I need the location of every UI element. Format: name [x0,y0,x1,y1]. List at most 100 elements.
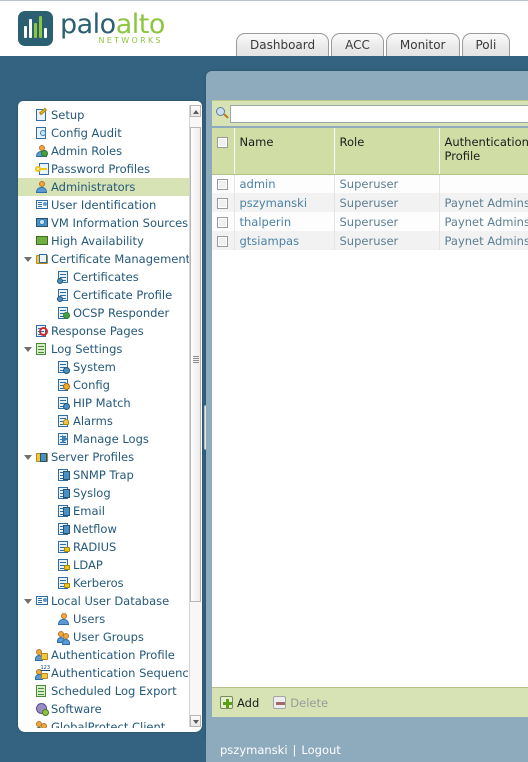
sidebar-item-admin-roles[interactable]: Admin Roles [18,142,190,160]
tab-policies[interactable]: Poli [461,33,511,56]
add-button-label: Add [237,695,260,710]
cell-authentication-profile: Paynet Admins [439,231,528,250]
scrollbar-thumb[interactable] [190,127,201,602]
sidebar-item-hip-match[interactable]: HIP Match [18,394,190,412]
user-groups-icon [55,630,72,645]
sidebar-item-label: Password Profiles [51,162,151,176]
sidebar-tree: Setup Config Audit Admin Roles Password Pro… [18,106,190,728]
admin-name-link[interactable]: pszymanski [240,196,308,210]
scrollbar-track[interactable] [190,117,201,715]
sidebar-item-globalprotect-client[interactable]: GlobalProtect Client [18,718,190,728]
row-checkbox[interactable] [217,216,228,228]
sidebar-scrollbar[interactable] [189,105,201,727]
sidebar-item-password-profiles[interactable]: Password Profiles [18,160,190,178]
sidebar-item-radius[interactable]: RADIUS [18,538,190,556]
sidebar-item-user-groups[interactable]: User Groups [18,628,190,646]
sidebar-item-syslog[interactable]: Syslog [18,484,190,502]
row-checkbox[interactable] [217,178,228,190]
server-profiles-icon [33,450,50,464]
select-all-header [212,128,235,175]
sidebar-item-certificates[interactable]: Certificates [18,268,190,286]
user-identification-icon [33,198,50,212]
scheduled-log-export-icon [33,684,50,698]
search-icon[interactable] [215,106,230,122]
ldap-icon [55,558,72,572]
sidebar-item-authentication-sequence[interactable]: 123 Authentication Sequence [18,664,190,682]
sidebar-item-certificate-management[interactable]: Certificate Management [18,250,190,268]
kerberos-icon [55,576,72,590]
sidebar-item-users[interactable]: Users [18,610,190,628]
expander-triangle-down-icon[interactable] [22,346,33,352]
tab-acc[interactable]: ACC [331,33,384,56]
cell-role: Superuser [334,193,440,212]
sidebar-item-label: Alarms [73,414,113,428]
admin-name-link[interactable]: thalperin [240,215,292,229]
sidebar-item-config-audit[interactable]: Config Audit [18,124,190,142]
expander-triangle-down-icon[interactable] [22,454,33,460]
scroll-down-button[interactable] [190,715,201,727]
syslog-icon [55,486,72,500]
expander-triangle-down-icon[interactable] [22,256,33,262]
delete-button[interactable]: Delete [273,696,328,710]
tab-monitor[interactable]: Monitor [385,33,460,56]
sidebar-item-server-profiles[interactable]: Server Profiles [18,448,190,466]
sidebar-item-authentication-profile[interactable]: Authentication Profile [18,646,190,664]
authentication-profile-icon [33,648,50,662]
sidebar-item-vm-information-sources[interactable]: VM Information Sources [18,214,190,232]
table-row[interactable]: thalperin Superuser Paynet Admins [212,212,528,231]
sidebar-item-log-settings[interactable]: Log Settings [18,340,190,358]
sidebar-item-response-pages[interactable]: Response Pages [18,322,190,340]
sidebar-item-netflow[interactable]: Netflow [18,520,190,538]
column-header-authentication-profile[interactable]: Authentication Profile [439,128,528,175]
admin-name-link[interactable]: admin [240,177,276,191]
software-icon [33,702,50,716]
sidebar-item-administrators[interactable]: Administrators [18,178,190,196]
sidebar-item-kerberos[interactable]: Kerberos [18,574,190,592]
cell-role: Superuser [334,212,440,231]
row-select-cell [212,193,235,212]
sidebar-item-snmp-trap[interactable]: SNMP Trap [18,466,190,484]
sidebar-item-scheduled-log-export[interactable]: Scheduled Log Export [18,682,190,700]
sidebar-item-certificate-profile[interactable]: Certificate Profile [18,286,190,304]
high-availability-icon [33,234,50,248]
search-input[interactable] [230,104,528,123]
column-header-name[interactable]: Name [234,128,335,175]
expander-triangle-down-icon[interactable] [22,598,33,604]
sidebar-item-label: Scheduled Log Export [51,684,177,698]
scroll-up-button[interactable] [190,105,201,117]
admin-name-link[interactable]: gtsiampas [240,234,300,248]
sidebar-item-high-availability[interactable]: High Availability [18,232,190,250]
status-bar-separator: | [292,742,297,757]
select-all-checkbox[interactable] [217,137,228,148]
table-body: admin Superuser pszymanski Superuser Paynet … [212,174,528,250]
sidebar-item-software[interactable]: Software [18,700,190,718]
column-header-role[interactable]: Role [334,128,440,175]
logo[interactable]: paloalto NETWORKS [18,11,165,46]
table-row[interactable]: admin Superuser [212,174,528,193]
row-checkbox[interactable] [217,197,228,209]
administrators-icon [33,180,50,194]
sidebar-item-manage-logs[interactable]: Manage Logs [18,430,190,448]
sidebar-item-alarms[interactable]: Alarms [18,412,190,430]
tab-dashboard[interactable]: Dashboard [236,33,330,56]
table-row[interactable]: pszymanski Superuser Paynet Admins [212,193,528,212]
sidebar-item-local-user-database[interactable]: Local User Database [18,592,190,610]
sidebar-item-setup[interactable]: Setup [18,106,190,124]
netflow-icon [55,522,72,536]
sidebar-item-ocsp-responder[interactable]: OCSP Responder [18,304,190,322]
add-button[interactable]: Add [220,696,259,710]
sidebar-item-system[interactable]: System [18,358,190,376]
sidebar-item-label: Log Settings [51,342,123,356]
sidebar-item-label: Software [51,702,102,716]
row-select-cell [212,231,235,250]
sidebar-item-user-identification[interactable]: User Identification [18,196,190,214]
row-checkbox[interactable] [217,235,228,247]
table-row[interactable]: gtsiampas Superuser Paynet Admins [212,231,528,250]
sidebar-item-config[interactable]: Config [18,376,190,394]
sidebar-item-label: SNMP Trap [73,468,134,482]
sidebar-item-ldap[interactable]: LDAP [18,556,190,574]
logout-link[interactable]: Logout [301,743,340,757]
certificate-management-icon [33,252,50,266]
globalprotect-client-icon [33,720,50,728]
sidebar-item-email[interactable]: Email [18,502,190,520]
